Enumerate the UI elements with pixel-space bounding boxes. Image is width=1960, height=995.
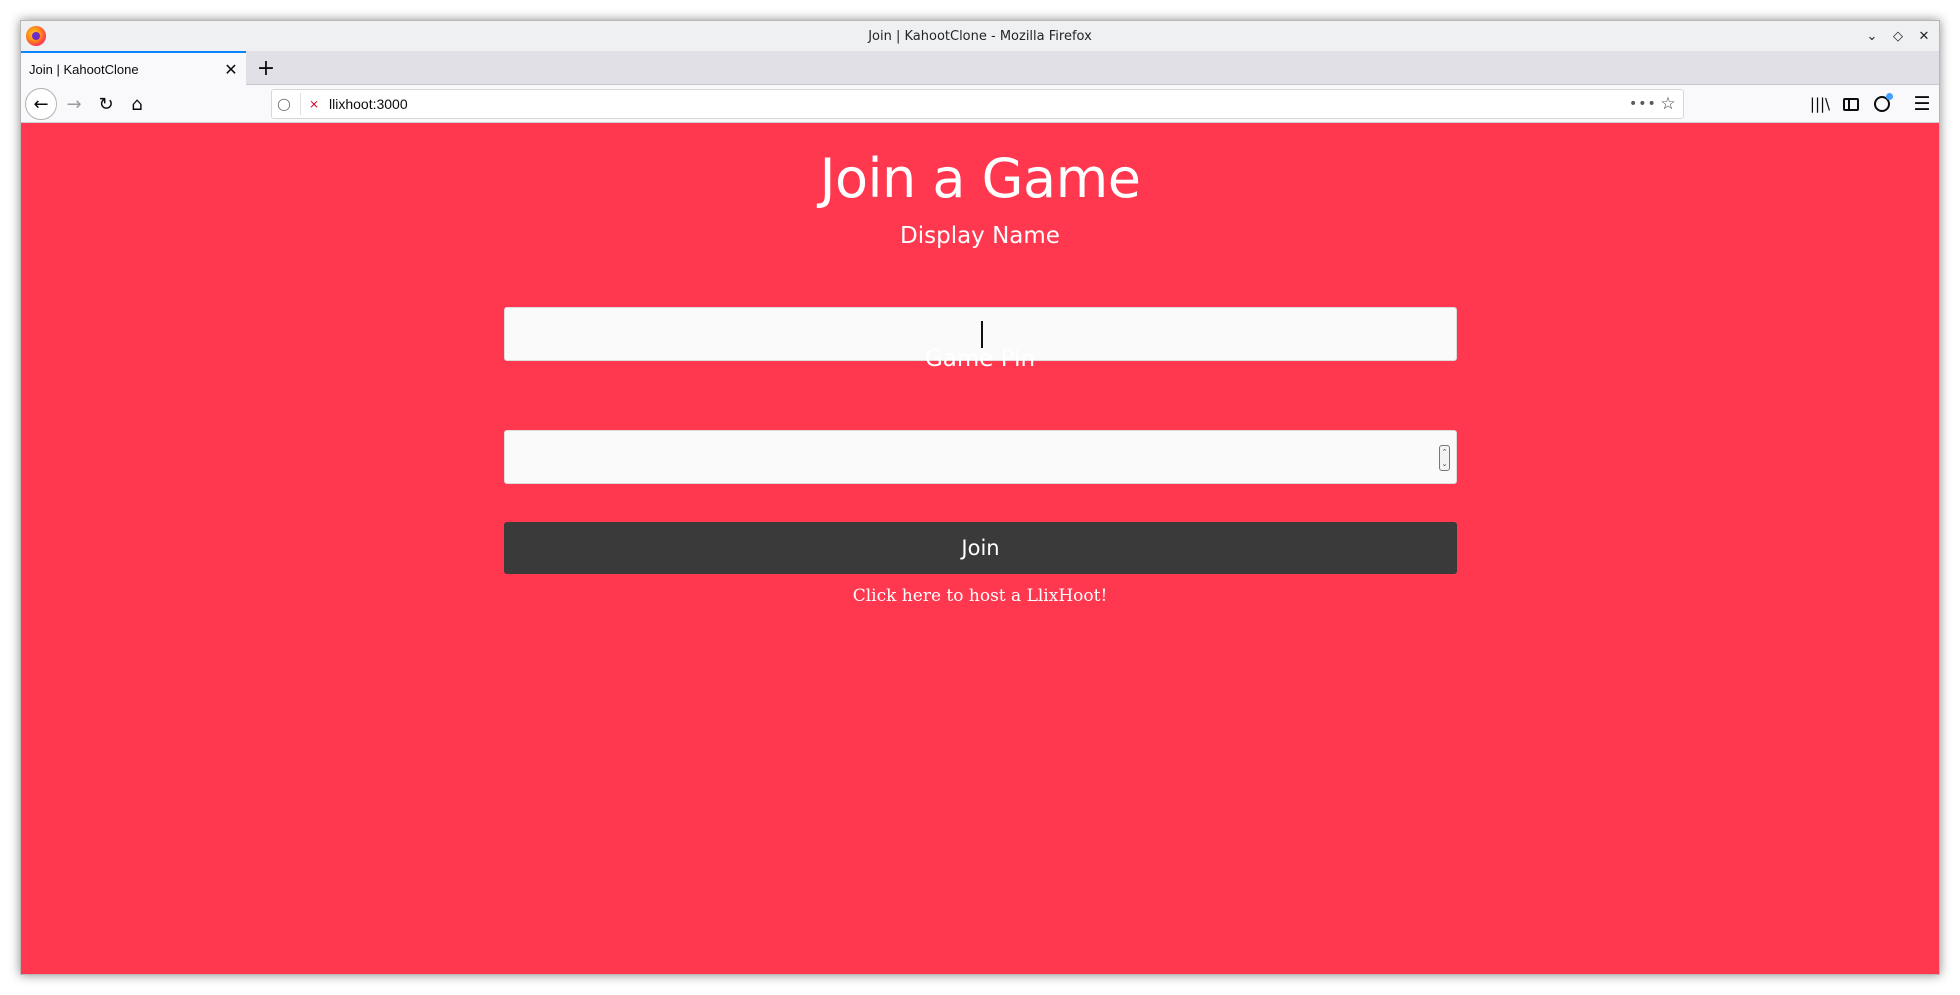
minimize-icon[interactable]: ⌄: [1863, 27, 1881, 45]
game-pin-label: Game Pin: [924, 346, 1036, 372]
join-button[interactable]: Join: [504, 522, 1457, 574]
page-actions-icon[interactable]: •••: [1629, 96, 1656, 112]
navigation-bar: ← → ↻ ⌂ ◯ ⨯ llixhoot:3000 ••• ☆ |||\ ☰: [21, 85, 1939, 123]
maximize-icon[interactable]: ◇: [1889, 27, 1907, 45]
close-icon[interactable]: ✕: [1915, 27, 1933, 45]
window-controls: ⌄ ◇ ✕: [1863, 21, 1933, 51]
display-name-label: Display Name: [900, 223, 1060, 249]
tab-close-icon[interactable]: ✕: [220, 58, 242, 80]
browser-window: Join | KahootClone - Mozilla Firefox ⌄ ◇…: [20, 20, 1940, 975]
new-tab-button[interactable]: +: [253, 55, 279, 81]
forward-icon[interactable]: →: [59, 89, 89, 119]
back-icon[interactable]: ←: [25, 88, 57, 120]
url-bar[interactable]: ◯ ⨯ llixhoot:3000 ••• ☆: [271, 89, 1684, 119]
tab-strip: Join | KahootClone ✕ +: [21, 51, 1939, 85]
url-separator: [300, 93, 301, 115]
reload-icon[interactable]: ↻: [91, 89, 121, 119]
number-spinner-icon[interactable]: ⌃ ⌄: [1439, 445, 1450, 471]
home-icon[interactable]: ⌂: [122, 89, 152, 119]
title-bar: Join | KahootClone - Mozilla Firefox ⌄ ◇…: [21, 21, 1939, 51]
tab-join[interactable]: Join | KahootClone ✕: [21, 51, 246, 85]
url-text[interactable]: llixhoot:3000: [329, 96, 1629, 112]
game-pin-input[interactable]: ⌃ ⌄: [504, 430, 1457, 484]
insecure-icon[interactable]: ⨯: [305, 97, 323, 111]
tab-label: Join | KahootClone: [29, 61, 139, 77]
account-icon[interactable]: [1867, 89, 1897, 119]
menu-icon[interactable]: ☰: [1907, 89, 1937, 119]
library-icon[interactable]: |||\: [1805, 89, 1835, 119]
sidebar-icon[interactable]: [1836, 89, 1866, 119]
host-game-link[interactable]: Click here to host a LlixHoot!: [21, 586, 1939, 606]
page-content: Join a Game Display Name Game Pin ⌃ ⌄ Jo…: [21, 123, 1939, 974]
page-title: Join a Game: [819, 147, 1141, 210]
firefox-logo-icon: [26, 26, 46, 46]
window-title: Join | KahootClone - Mozilla Firefox: [868, 28, 1092, 44]
spin-up-icon[interactable]: ⌃: [1442, 446, 1448, 458]
shield-icon[interactable]: ◯: [272, 97, 296, 111]
spin-down-icon[interactable]: ⌄: [1442, 458, 1448, 470]
text-caret: [981, 321, 983, 348]
bookmark-star-icon[interactable]: ☆: [1653, 94, 1683, 114]
